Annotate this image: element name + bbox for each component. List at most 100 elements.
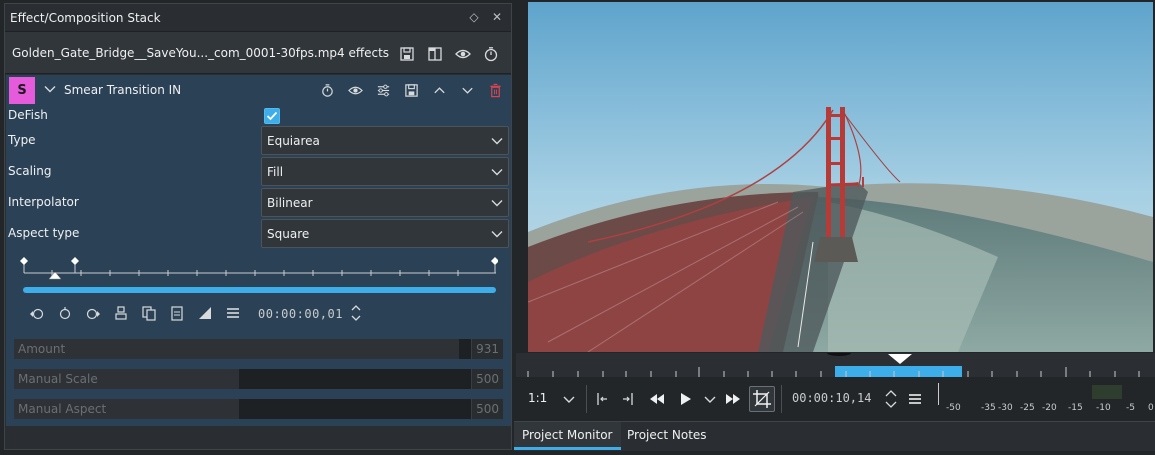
keyframe-timer-icon[interactable] [320,83,335,98]
video-monitor[interactable] [528,2,1153,352]
interpolation-icon[interactable] [197,305,213,321]
type-select[interactable]: Equiarea [261,126,509,155]
effect-stack-dock: Effect/Composition Stack ◇ ✕ Golden_Gate… [4,3,512,450]
param-scaling: Scaling Fill [8,157,510,186]
defish-label: DeFish [8,108,48,122]
slider-value: 500 [471,399,503,419]
next-keyframe-icon[interactable] [85,305,101,321]
add-keyframe-icon[interactable] [57,305,73,321]
interpolator-value: Bilinear [267,196,313,210]
param-label: Type [8,133,36,147]
param-label: Aspect type [8,226,80,240]
effect-name: Smear Transition IN [64,83,182,97]
video-frame-image [528,2,1153,352]
close-icon[interactable]: ✕ [490,10,504,24]
slider-label: Manual Aspect [18,402,107,416]
interpolator-select[interactable]: Bilinear [261,188,509,217]
monitor-playhead [888,354,912,364]
meter-label: -30 [998,403,1013,413]
scaling-select[interactable]: Fill [261,157,509,186]
slider-fill [14,339,459,359]
monitor-toolbar: 1:1 00:00:10,14 -50 -35 -30 -25 -20 -15 … [516,377,1155,421]
dock-title-bar: Effect/Composition Stack ◇ ✕ [5,4,511,31]
play-icon[interactable] [676,390,694,408]
set-zone-out-icon[interactable] [620,390,638,408]
timecode-spinner-icon[interactable] [882,388,900,410]
separator [586,385,587,413]
effect-panel-smear: S Smear Transition IN DeFish Type Equiar… [6,75,511,426]
play-options-chevron-icon[interactable] [701,390,719,408]
meter-label: -10 [1096,403,1111,413]
slider-label: Amount [18,342,66,356]
compare-icon[interactable] [427,46,443,62]
meter-label: -5 [1126,403,1135,413]
meter-label: -20 [1042,403,1057,413]
meter-label: -25 [1020,403,1035,413]
param-label: Scaling [8,164,52,178]
aspect-type-select[interactable]: Square [261,219,509,248]
zoom-level[interactable]: 1:1 [528,391,547,405]
forward-icon[interactable] [724,390,742,408]
collapse-chevron-icon[interactable] [44,83,56,95]
crop-toggle-button[interactable] [749,386,775,412]
copy-icon[interactable] [141,305,157,321]
move-down-icon[interactable] [460,83,475,98]
meter-label: -50 [946,403,961,413]
param-aspect-type: Aspect type Square [8,219,510,248]
timecode-spinner-icon[interactable] [350,303,362,323]
keyframe-timeline[interactable] [16,254,498,302]
defish-checkbox[interactable] [264,108,280,124]
slider-value: 500 [471,369,503,389]
param-type: Type Equiarea [8,126,510,155]
slider-manual-aspect[interactable]: Manual Aspect 500 [14,399,503,419]
keyframe-timecode[interactable]: 00:00:00,01 [258,307,343,321]
save-stack-icon[interactable] [399,46,415,62]
type-value: Equiarea [267,134,320,148]
monitor-menu-icon[interactable] [906,390,924,408]
slider-value: 931 [471,339,503,359]
file-effects-label: Golden_Gate_Bridge__SaveYou..._com_0001-… [12,45,390,60]
save-effect-icon[interactable] [404,83,419,98]
monitor-ruler[interactable] [516,353,1155,377]
tab-project-monitor[interactable]: Project Monitor [514,422,621,450]
param-interpolator: Interpolator Bilinear [8,188,510,217]
audio-level-meter: -50 -35 -30 -25 -20 -15 -10 -5 0 [936,383,1155,415]
keyframe-progress-bar [23,287,496,293]
slider-label: Manual Scale [18,372,98,386]
previous-keyframe-icon[interactable] [29,305,45,321]
dock-title: Effect/Composition Stack [10,10,161,25]
keyframe-marker [71,257,79,265]
set-zone-in-icon[interactable] [592,390,610,408]
effect-settings-icon[interactable] [376,83,391,98]
effect-eye-icon[interactable] [348,83,363,98]
slider-manual-scale[interactable]: Manual Scale 500 [14,369,503,389]
file-effects-header: Golden_Gate_Bridge__SaveYou..._com_0001-… [5,31,511,74]
scaling-value: Fill [267,165,284,179]
effect-header: S Smear Transition IN [6,75,511,105]
center-keyframe-icon[interactable] [113,305,129,321]
paste-icon[interactable] [169,305,185,321]
float-icon[interactable]: ◇ [467,10,481,24]
param-label: Interpolator [8,195,79,209]
meter-label: 0 [1148,403,1154,413]
zoom-dropdown-icon[interactable] [560,390,578,408]
menu-icon[interactable] [225,305,241,321]
meter-label: -15 [1068,403,1083,413]
chevron-down-icon [491,231,503,238]
effect-badge: S [9,77,35,104]
eye-icon[interactable] [455,46,471,62]
timer-icon[interactable] [483,46,499,62]
move-up-icon[interactable] [432,83,447,98]
monitor-tabs: Project Monitor Project Notes [514,421,1155,451]
chevron-down-icon [491,200,503,207]
aspect-type-value: Square [267,227,310,241]
chevron-down-icon [491,138,503,145]
delete-effect-icon[interactable] [488,83,503,98]
slider-amount[interactable]: Amount 931 [14,339,503,359]
check-icon [266,111,278,121]
param-defish: DeFish [8,106,510,126]
monitor-timecode[interactable]: 00:00:10,14 [792,391,871,405]
rewind-icon[interactable] [648,390,666,408]
meter-label: -35 [981,403,996,413]
tab-project-notes[interactable]: Project Notes [619,422,715,450]
